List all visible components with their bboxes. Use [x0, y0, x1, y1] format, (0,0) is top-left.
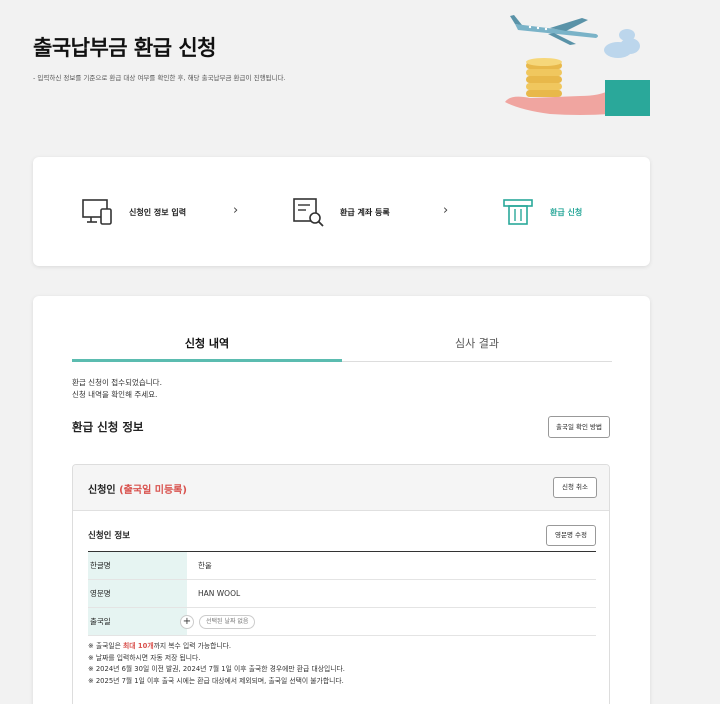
departure-date-chip: 선택된 날짜 없음: [199, 614, 256, 629]
applicant-info-table: 한글명 한울 영문명 HAN WOOL 출국일 + 선택된 날짜 없음: [88, 551, 596, 636]
document-search-icon: [293, 198, 324, 227]
departure-date-label: 출국일: [90, 617, 111, 626]
applicant-panel: 신청인 (출국일 미등록) 신청 취소 신청인 정보 영문명 수정 한글명 한울…: [72, 464, 610, 704]
step-arrow-icon: ›: [233, 203, 239, 218]
step-label: 환급 계좌 등록: [340, 207, 390, 217]
step-arrow-icon: ›: [443, 203, 449, 218]
tab-review-result[interactable]: 심사 결과: [342, 334, 612, 362]
note-item: ※ 출국일은 최대 10개까지 복수 입력 가능합니다.: [88, 641, 345, 653]
english-name-label: 영문명: [88, 580, 187, 607]
notes-list: ※ 출국일은 최대 10개까지 복수 입력 가능합니다. ※ 날짜를 입력하시면…: [88, 641, 345, 687]
note-text: 까지 복수 입력 가능합니다.: [153, 642, 232, 650]
notice-line: 신청 내역을 확인해 주세요.: [72, 390, 158, 399]
korean-name-label: 한글명: [88, 552, 187, 579]
page-description: - 입력하신 정보를 기준으로 환급 대상 여부를 확인한 후, 해당 출국납부…: [33, 74, 286, 82]
note-text: ※ 출국일은: [88, 642, 124, 650]
english-name-value: HAN WOOL: [198, 588, 241, 598]
step-label: 신청인 정보 입력: [129, 207, 187, 217]
status-badge: (출국일 미등록): [119, 485, 187, 496]
tab-bar: 신청 내역 심사 결과: [72, 334, 612, 362]
add-departure-date-button[interactable]: +: [180, 615, 194, 629]
note-item: ※ 2024년 6월 30일 이전 발권, 2024년 7월 1일 이후 출국한…: [88, 665, 345, 673]
page-title: 출국납부금 환급 신청: [33, 36, 217, 60]
step-refund-request: 환급 신청: [502, 197, 582, 227]
table-row: 영문명 HAN WOOL: [88, 580, 596, 608]
step-label: 환급 신청: [550, 207, 583, 217]
korean-name-value: 한울: [198, 560, 212, 570]
departure-check-guide-button[interactable]: 출국일 확인 방법: [548, 416, 610, 438]
applicant-header: 신청인 (출국일 미등록) 신청 취소: [73, 465, 609, 511]
applicant-info-title: 신청인 정보: [88, 531, 131, 541]
application-card: 신청 내역 심사 결과 환급 신청이 접수되었습니다. 신청 내역을 확인해 주…: [33, 296, 650, 704]
departure-date-cell: 선택된 날짜 없음: [187, 608, 596, 635]
table-row: 한글명 한울: [88, 552, 596, 580]
tab-application-history[interactable]: 신청 내역: [72, 334, 342, 362]
computer-devices-icon: [82, 199, 112, 225]
departure-date-header: 출국일 +: [88, 608, 194, 635]
applicant-title: 신청인 (출국일 미등록): [88, 481, 187, 496]
table-row: 출국일 + 선택된 날짜 없음: [88, 608, 596, 636]
note-item: ※ 날짜를 입력하시면 자동 저장 됩니다.: [88, 653, 201, 662]
step-applicant-info: 신청인 정보 입력: [81, 197, 186, 227]
notice-text: 환급 신청이 접수되었습니다. 신청 내역을 확인해 주세요.: [72, 377, 162, 401]
cloud-icon: [604, 29, 640, 58]
progress-steps-card: 신청인 정보 입력 › 환급 계좌 등록 › 환급 신청: [33, 157, 650, 266]
atm-icon: [503, 199, 533, 225]
section-title: 환급 신청 정보: [72, 420, 144, 434]
airplane-icon: [510, 15, 598, 45]
step-account-register: 환급 계좌 등록: [292, 197, 390, 227]
refund-illustration: [505, 15, 650, 116]
note-item: ※ 2025년 7월 1일 이후 출국 시에는 환급 대상에서 제외되며, 출국…: [88, 676, 344, 685]
notice-line: 환급 신청이 접수되었습니다.: [72, 378, 162, 387]
coin-stack-icon: [526, 58, 562, 97]
applicant-label: 신청인: [88, 485, 116, 496]
note-highlight: 최대 10개: [123, 642, 154, 650]
cancel-application-button[interactable]: 신청 취소: [553, 477, 597, 498]
edit-english-name-button[interactable]: 영문명 수정: [546, 525, 596, 546]
